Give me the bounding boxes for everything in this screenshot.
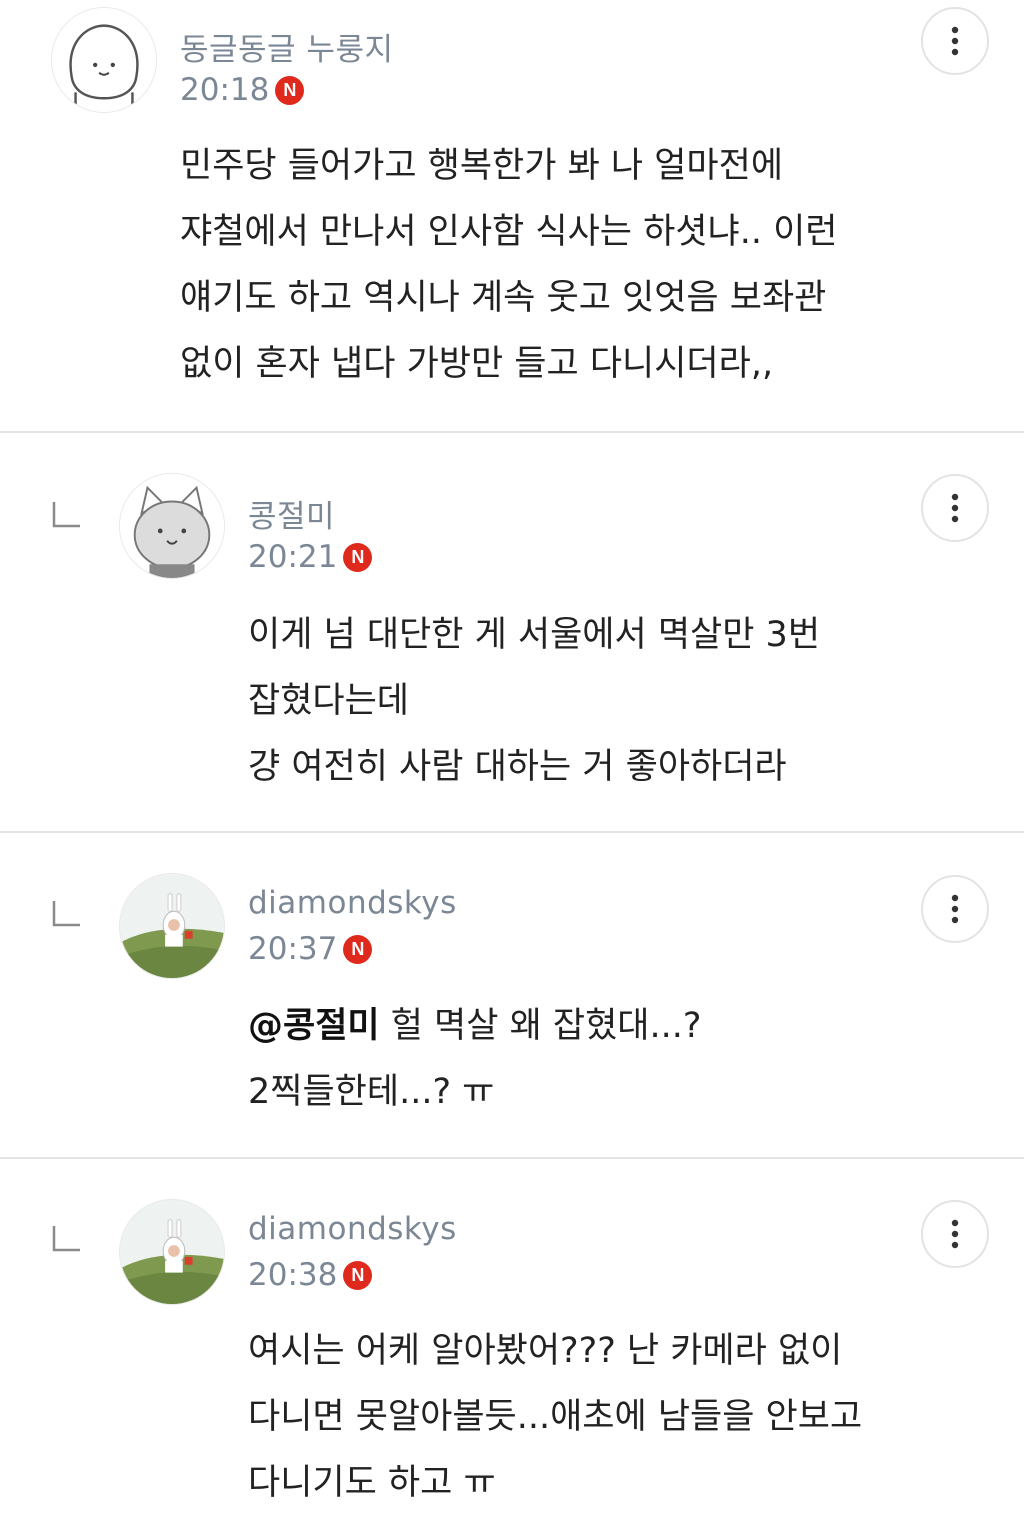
comment-line: 2찍들한테...? ㅠ [248, 1072, 495, 1112]
more-options-button[interactable] [921, 474, 989, 542]
comment-meta: 20:38 N [248, 1257, 373, 1293]
more-vertical-icon [951, 894, 959, 924]
avatar[interactable] [119, 1199, 225, 1305]
comment-line: 쟈철에서 만나서 인사함 식사는 하셧냐.. 이런 [180, 212, 838, 252]
reply-item: diamondskys 20:38 N 여시는 어케 알아봤어??? 난 카메라… [0, 1159, 1024, 1534]
comment-time: 20:38 [248, 1257, 338, 1293]
round-character-avatar-icon [52, 8, 156, 112]
comment-meta: 20:18 N [180, 72, 305, 108]
more-vertical-icon [951, 26, 959, 56]
comment-list: 동글동글 누룽지 20:18 N 민주당 들어가고 행복한가 봐 나 얼마전에 … [0, 0, 1024, 1534]
photo-avatar-icon [120, 874, 224, 978]
comment-line: 다니면 못알아볼듯...애초에 남들을 안보고 [248, 1397, 863, 1437]
comment-text: 헐 멱살 왜 잡혔대...? [379, 1006, 702, 1046]
comment-line: 민주당 들어가고 행복한가 봐 나 얼마전에 [180, 146, 784, 186]
avatar[interactable] [119, 873, 225, 979]
new-badge: N [343, 1260, 373, 1290]
comment-line: 이게 넘 대단한 게 서울에서 멱살만 3번 [248, 615, 821, 655]
reply-arrow-icon [52, 500, 82, 530]
comment-line: 여시는 어케 알아봤어??? 난 카메라 없이 [248, 1331, 843, 1371]
more-options-button[interactable] [921, 875, 989, 943]
comment-time: 20:37 [248, 931, 338, 967]
more-options-button[interactable] [921, 7, 989, 75]
cat-character-avatar-icon [120, 474, 224, 578]
comment-body: 이게 넘 대단한 게 서울에서 멱살만 3번 잡혔다는데 걍 여전히 사람 대하… [248, 602, 948, 800]
avatar[interactable] [119, 473, 225, 579]
reply-item: diamondskys 20:37 N @콩절미 헐 멱살 왜 잡혔대...? … [0, 833, 1024, 1157]
comment-body: @콩절미 헐 멱살 왜 잡혔대...? 2찍들한테...? ㅠ [248, 993, 948, 1125]
comment-item: 동글동글 누룽지 20:18 N 민주당 들어가고 행복한가 봐 나 얼마전에 … [0, 0, 1024, 432]
avatar[interactable] [51, 7, 157, 113]
comment-body: 여시는 어케 알아봤어??? 난 카메라 없이 다니면 못알아볼듯...애초에 … [248, 1318, 948, 1516]
comment-meta: 20:21 N [248, 539, 373, 575]
mention-link[interactable]: @콩절미 [248, 1006, 380, 1046]
more-options-button[interactable] [921, 1200, 989, 1268]
comment-author[interactable]: 동글동글 누룽지 [180, 24, 394, 69]
comment-time: 20:18 [180, 72, 270, 108]
comment-line: 얘기도 하고 역시나 계속 웃고 잇엇음 보좌관 [180, 278, 827, 318]
new-badge: N [343, 542, 373, 572]
comment-body: 민주당 들어가고 행복한가 봐 나 얼마전에 쟈철에서 만나서 인사함 식사는 … [180, 133, 880, 397]
new-badge: N [275, 75, 305, 105]
reply-arrow-icon [52, 899, 82, 929]
reply-item: 콩절미 20:21 N 이게 넘 대단한 게 서울에서 멱살만 3번 잡혔다는데… [0, 433, 1024, 831]
comment-line: 걍 여전히 사람 대하는 거 좋아하더라 [248, 747, 787, 787]
comment-author[interactable]: diamondskys [248, 885, 457, 921]
comment-line: 잡혔다는데 [248, 681, 410, 721]
more-vertical-icon [951, 493, 959, 523]
comment-time: 20:21 [248, 539, 338, 575]
comment-line: 없이 혼자 냅다 가방만 들고 다니시더라,, [180, 344, 774, 384]
comment-line: 다니기도 하고 ㅠ [248, 1463, 496, 1503]
more-vertical-icon [951, 1219, 959, 1249]
comment-line: @콩절미 헐 멱살 왜 잡혔대...? [248, 993, 948, 1059]
photo-avatar-icon [120, 1200, 224, 1304]
comment-meta: 20:37 N [248, 931, 373, 967]
comment-author[interactable]: diamondskys [248, 1211, 457, 1247]
reply-arrow-icon [52, 1224, 82, 1254]
new-badge: N [343, 934, 373, 964]
comment-author[interactable]: 콩절미 [248, 491, 335, 536]
